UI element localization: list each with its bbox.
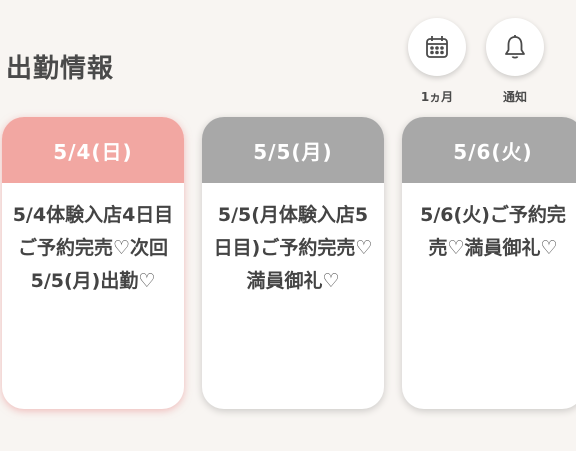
- card-message: 5/6(火)ご予約完売♡満員御礼♡: [420, 204, 566, 259]
- bell-icon: [505, 35, 525, 59]
- calendar-icon: [426, 36, 448, 58]
- card-message: 5/5(月体験入店5日目)ご予約完売♡満員御礼♡: [213, 204, 373, 292]
- card-message: 5/4体験入店4日目ご予約完売♡次回5/5(月)出勤♡: [12, 204, 174, 292]
- calendar-label: 1ヵ月: [420, 90, 454, 104]
- page-title: 出勤情報: [6, 54, 115, 84]
- header: 出勤情報 1ヵ月 通知: [0, 0, 576, 110]
- card-date: 5/5(月): [202, 117, 384, 183]
- schedule-card[interactable]: 5/4(日) 5/4体験入店4日目ご予約完売♡次回5/5(月)出勤♡: [2, 117, 184, 409]
- calendar-button[interactable]: [408, 18, 466, 76]
- card-date: 5/4(日): [2, 117, 184, 183]
- schedule-card[interactable]: 5/5(月) 5/5(月体験入店5日目)ご予約完売♡満員御礼♡: [202, 117, 384, 409]
- schedule-card[interactable]: 5/6(火) 5/6(火)ご予約完売♡満員御礼♡: [402, 117, 576, 409]
- notification-button[interactable]: [486, 18, 544, 76]
- notification-label: 通知: [502, 90, 527, 104]
- schedule-cards: 5/4(日) 5/4体験入店4日目ご予約完売♡次回5/5(月)出勤♡ 5/5(月…: [0, 117, 576, 417]
- card-date: 5/6(火): [402, 117, 576, 183]
